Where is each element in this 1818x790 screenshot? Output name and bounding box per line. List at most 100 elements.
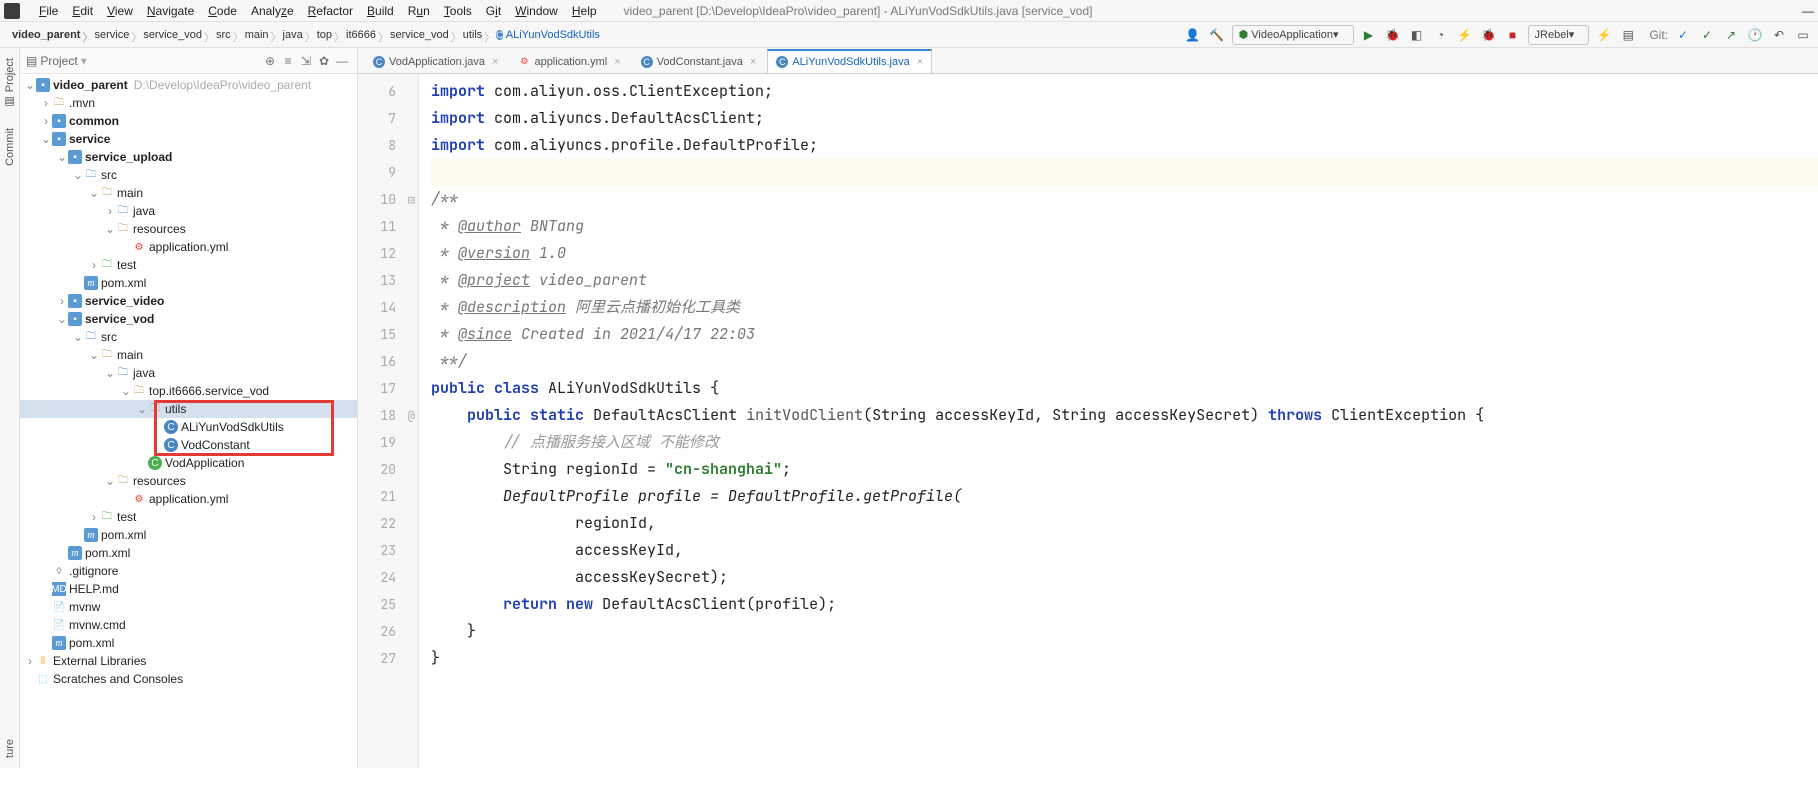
bc-top[interactable]: top <box>311 29 340 41</box>
tree-service-vod[interactable]: service_vod <box>85 312 154 326</box>
tree-test1[interactable]: test <box>117 258 136 272</box>
tree-src1[interactable]: src <box>101 168 117 182</box>
menu-refactor[interactable]: Refactor <box>301 4 360 18</box>
coverage-icon[interactable]: ◧ <box>1408 26 1426 44</box>
bc-service-vod-pkg[interactable]: service_vod <box>384 29 457 41</box>
git-commit-icon[interactable]: ✓ <box>1698 26 1716 44</box>
tree-test2[interactable]: test <box>117 510 136 524</box>
window-title: video_parent [D:\Develop\IdeaPro\video_p… <box>624 4 1093 18</box>
tree-mvnwcmd[interactable]: mvnw.cmd <box>69 618 126 632</box>
tree-cls2[interactable]: VodConstant <box>181 438 250 452</box>
bc-utils[interactable]: utils <box>457 29 491 41</box>
bc-java[interactable]: java <box>277 29 311 41</box>
jrebel-selector[interactable]: JRebel ▾ <box>1528 25 1590 45</box>
tree-mvnw[interactable]: mvnw <box>69 600 100 614</box>
menu-file[interactable]: File <box>32 4 65 18</box>
user-icon[interactable]: 👤 <box>1184 26 1202 44</box>
sidetab-commit[interactable]: Commit <box>4 128 16 166</box>
debug-icon[interactable]: 🐞 <box>1384 26 1402 44</box>
tree-appyml1[interactable]: application.yml <box>149 240 228 254</box>
bc-class[interactable]: CALiYunVodSdkUtils <box>490 29 608 41</box>
tree-mvn[interactable]: .mvn <box>69 96 95 110</box>
tab-vodconstant[interactable]: CVodConstant.java× <box>632 49 766 73</box>
project-tree[interactable]: ⌄▪video_parentD:\Develop\IdeaPro\video_p… <box>20 74 357 768</box>
gutter[interactable]: 6 7 8 9 10⊟ 11 12 13 14 15 16 17 18@ 19 … <box>358 74 419 768</box>
bc-service[interactable]: service <box>88 29 137 41</box>
expand-all-icon[interactable]: ≡ <box>279 52 297 70</box>
menu-help[interactable]: Help <box>565 4 604 18</box>
tree-appyml2[interactable]: application.yml <box>149 492 228 506</box>
tree-pkg[interactable]: top.it6666.service_vod <box>149 384 269 398</box>
code-editor[interactable]: 6 7 8 9 10⊟ 11 12 13 14 15 16 17 18@ 19 … <box>358 74 1818 768</box>
menu-git[interactable]: Git <box>479 4 508 18</box>
bc-it6666[interactable]: it6666 <box>340 29 384 41</box>
jrebel-debug-icon[interactable]: 🐞 <box>1480 26 1498 44</box>
git-update-icon[interactable]: ✓ <box>1674 26 1692 44</box>
bc-service-vod[interactable]: service_vod <box>137 29 210 41</box>
menu-view[interactable]: View <box>100 4 140 18</box>
git-history-icon[interactable]: 🕐 <box>1746 26 1764 44</box>
bc-src[interactable]: src <box>210 29 239 41</box>
close-icon[interactable]: × <box>492 56 498 68</box>
close-icon[interactable]: × <box>750 56 756 68</box>
tree-service-upload[interactable]: service_upload <box>85 150 172 164</box>
collapse-all-icon[interactable]: ⇲ <box>297 52 315 70</box>
tree-main1[interactable]: main <box>117 186 143 200</box>
tree-service[interactable]: service <box>69 132 110 146</box>
git-push-icon[interactable]: ↗ <box>1722 26 1740 44</box>
jrebel-run-icon[interactable]: ⚡ <box>1456 26 1474 44</box>
settings-icon[interactable]: ✿ <box>315 52 333 70</box>
tree-cls1[interactable]: ALiYunVodSdkUtils <box>181 420 284 434</box>
menu-analyze[interactable]: Analyze <box>244 4 301 18</box>
git-rollback-icon[interactable]: ↶ <box>1770 26 1788 44</box>
tab-aliyunvodsdkutils[interactable]: CALiYunVodSdkUtils.java× <box>767 49 932 73</box>
hide-icon[interactable]: — <box>333 52 351 70</box>
close-icon[interactable]: × <box>917 56 923 68</box>
project-panel-title[interactable]: ▤ Project ▾ <box>26 54 261 68</box>
tree-pom4[interactable]: pom.xml <box>69 636 114 650</box>
select-opened-icon[interactable]: ⊕ <box>261 52 279 70</box>
profile-icon[interactable]: ◔ <box>1432 26 1450 44</box>
menu-navigate[interactable]: Navigate <box>140 4 201 18</box>
tree-resources2[interactable]: resources <box>133 474 186 488</box>
tree-common[interactable]: common <box>69 114 119 128</box>
minimize-button[interactable]: — <box>1802 4 1814 18</box>
bc-video-parent[interactable]: video_parent <box>6 29 88 41</box>
bc-main[interactable]: main <box>239 29 277 41</box>
menu-window[interactable]: Window <box>508 4 565 18</box>
jrebel-icon2[interactable]: ▤ <box>1619 26 1637 44</box>
tree-java1[interactable]: java <box>133 204 155 218</box>
tab-vodapplication[interactable]: CVodApplication.java× <box>364 49 507 73</box>
menu-run[interactable]: Run <box>401 4 437 18</box>
search-icon[interactable]: ▭ <box>1794 26 1812 44</box>
build-icon[interactable]: 🔨 <box>1208 26 1226 44</box>
tree-pom3[interactable]: pom.xml <box>85 546 130 560</box>
tree-pom1[interactable]: pom.xml <box>101 276 146 290</box>
stop-icon[interactable]: ■ <box>1504 26 1522 44</box>
tree-extlib[interactable]: External Libraries <box>53 654 146 668</box>
tree-utils[interactable]: utils <box>165 402 186 416</box>
close-icon[interactable]: × <box>614 56 620 68</box>
tree-main2[interactable]: main <box>117 348 143 362</box>
tree-service-video[interactable]: service_video <box>85 294 164 308</box>
tree-gitignore[interactable]: .gitignore <box>69 564 118 578</box>
code-content[interactable]: import com.aliyun.oss.ClientException; i… <box>419 74 1818 768</box>
tree-pom2[interactable]: pom.xml <box>101 528 146 542</box>
tree-src2[interactable]: src <box>101 330 117 344</box>
tree-cls3[interactable]: VodApplication <box>165 456 244 470</box>
sidetab-project[interactable]: ▤ Project <box>3 58 16 108</box>
tree-resources1[interactable]: resources <box>133 222 186 236</box>
menu-build[interactable]: Build <box>360 4 401 18</box>
menu-edit[interactable]: Edit <box>65 4 100 18</box>
run-icon[interactable]: ▶ <box>1360 26 1378 44</box>
tree-root[interactable]: video_parent <box>53 78 128 92</box>
tree-help[interactable]: HELP.md <box>69 582 119 596</box>
jrebel-icon[interactable]: ⚡ <box>1595 26 1613 44</box>
tab-applicationyml[interactable]: ⚙application.yml× <box>509 49 629 73</box>
tree-scratch[interactable]: Scratches and Consoles <box>53 672 183 686</box>
menu-tools[interactable]: Tools <box>437 4 479 18</box>
menu-code[interactable]: Code <box>201 4 244 18</box>
run-config-selector[interactable]: ⬢VideoApplication ▾ <box>1232 25 1354 45</box>
sidetab-structure[interactable]: ture <box>4 739 16 758</box>
tree-java2[interactable]: java <box>133 366 155 380</box>
